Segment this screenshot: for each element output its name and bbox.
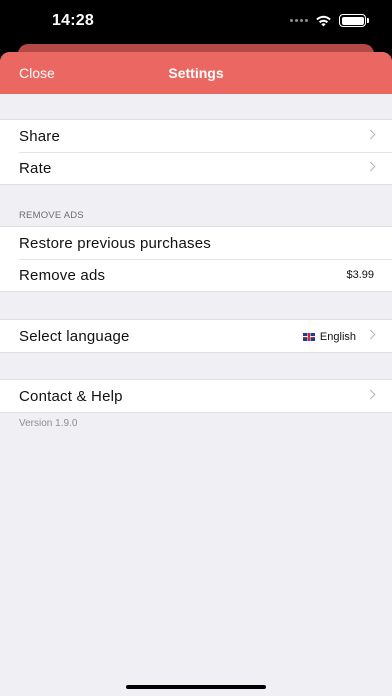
battery-icon <box>339 14 369 27</box>
select-language-row[interactable]: Select language English <box>0 320 392 352</box>
remove-ads-header: REMOVE ADS <box>19 210 84 221</box>
restore-purchases-label: Restore previous purchases <box>19 234 211 252</box>
uk-flag-icon <box>302 333 315 341</box>
cellular-signal-icon <box>290 19 308 22</box>
rate-row[interactable]: Rate <box>0 152 392 184</box>
contact-help-label: Contact & Help <box>19 387 123 405</box>
contact-help-row[interactable]: Contact & Help <box>0 380 392 412</box>
status-time: 14:28 <box>52 12 94 29</box>
share-row[interactable]: Share <box>0 120 392 152</box>
language-group: Select language English <box>0 319 392 353</box>
rate-label: Rate <box>19 159 52 177</box>
navigation-bar: Close Settings <box>0 52 392 94</box>
version-text: Version 1.9.0 <box>19 418 78 429</box>
language-value: English <box>302 331 356 343</box>
wifi-icon <box>316 15 331 26</box>
share-label: Share <box>19 127 61 145</box>
settings-sheet: Close Settings Share Rate REMOVE ADS Res… <box>0 52 392 696</box>
home-indicator <box>126 685 266 689</box>
language-value-text: English <box>319 331 356 343</box>
remove-ads-row[interactable]: Remove ads $3.99 <box>0 259 392 291</box>
remove-ads-price: $3.99 <box>346 269 374 281</box>
remove-ads-label: Remove ads <box>19 266 106 284</box>
share-rate-group: Share Rate <box>0 119 392 185</box>
page-title: Settings <box>168 65 224 81</box>
status-bar: 14:28 <box>0 0 392 44</box>
restore-purchases-row[interactable]: Restore previous purchases <box>0 227 392 259</box>
status-icons <box>290 14 369 27</box>
contact-group: Contact & Help <box>0 379 392 413</box>
remove-ads-group: Restore previous purchases Remove ads $3… <box>0 226 392 292</box>
